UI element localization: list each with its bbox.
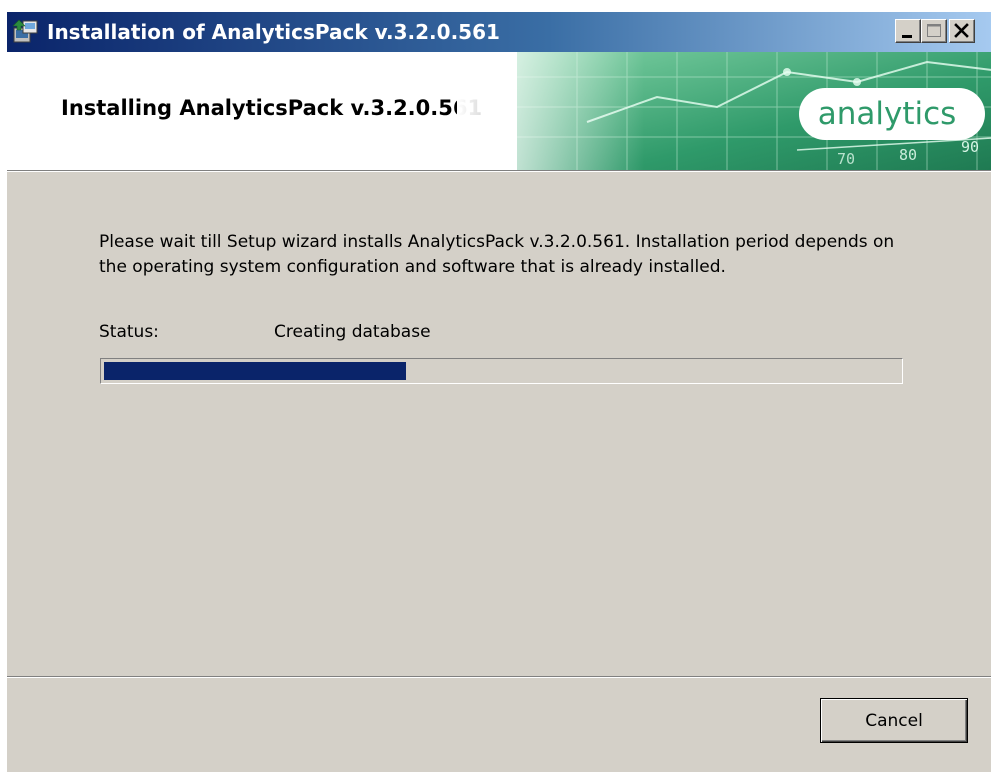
close-icon [954, 23, 969, 38]
banner-number-90: 90 [961, 138, 980, 156]
progress-fill [104, 362, 406, 380]
analytics-logo-text: analytics [817, 96, 957, 132]
installer-icon [12, 19, 38, 43]
minimize-icon [902, 35, 912, 38]
status-value: Creating database [274, 322, 431, 342]
cancel-button[interactable]: Cancel [820, 698, 968, 743]
page-title: Installing AnalyticsPack v.3.2.0.561 [61, 96, 483, 120]
maximize-icon [927, 24, 941, 37]
header-banner: Installing AnalyticsPack v.3.2.0.561 ana… [7, 52, 991, 170]
footer-divider [7, 676, 991, 678]
banner-number-80: 80 [899, 146, 918, 164]
window-title: Installation of AnalyticsPack v.3.2.0.56… [47, 20, 500, 44]
close-button[interactable] [949, 19, 975, 43]
install-description: Please wait till Setup wizard installs A… [99, 232, 895, 277]
status-label: Status: [99, 322, 159, 342]
install-progress-bar [100, 358, 903, 384]
installer-window: Installation of AnalyticsPack v.3.2.0.56… [6, 12, 991, 772]
maximize-button[interactable] [921, 19, 947, 43]
banner-number-70: 70 [837, 150, 856, 168]
minimize-button[interactable] [895, 19, 921, 43]
title-bar[interactable]: Installation of AnalyticsPack v.3.2.0.56… [7, 12, 991, 52]
header-divider [7, 170, 991, 172]
